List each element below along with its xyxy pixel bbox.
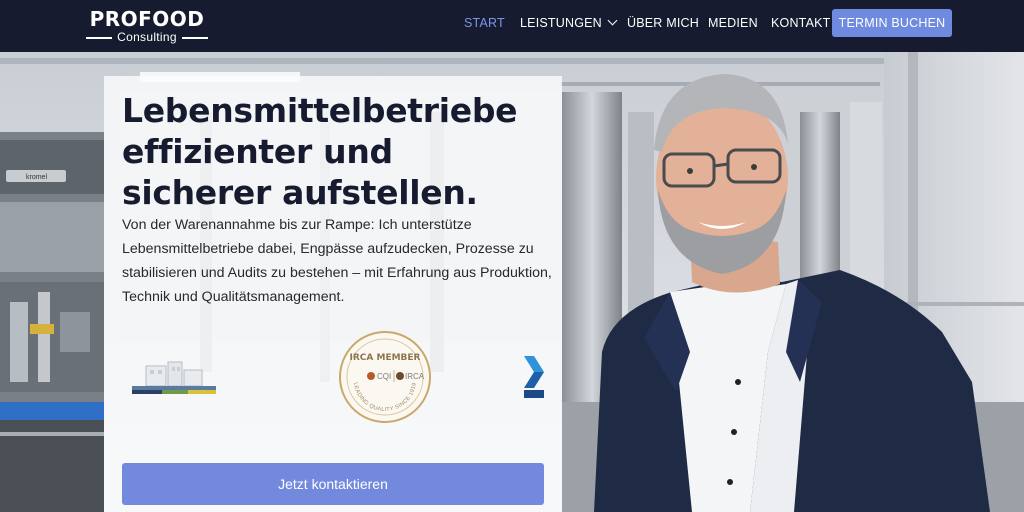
logo-rule-right — [182, 37, 208, 39]
irca-cqi-label: CQI — [377, 372, 391, 381]
site-header: PROFOOD Consulting START LEISTUNGEN ÜBER… — [0, 0, 1024, 52]
hero-headline: Lebensmittelbetriebe effizienter und sic… — [122, 91, 518, 212]
nav-medien[interactable]: MEDIEN — [708, 0, 758, 46]
building-logo-icon — [132, 361, 216, 394]
nav-kontakt[interactable]: KONTAKT — [771, 0, 831, 46]
nav-start[interactable]: START — [464, 0, 505, 46]
termin-buchen-button[interactable]: TERMIN BUCHEN — [832, 9, 952, 37]
hero-section: kromel Lebensmittelbetriebe effizienter … — [0, 52, 1024, 512]
nav-ueber-mich[interactable]: ÜBER MICH — [627, 0, 699, 46]
irca-badge-title: IRCA MEMBER — [350, 353, 421, 363]
consultant-portrait-image — [594, 74, 990, 512]
nav-leistungen-label: LEISTUNGEN — [520, 16, 602, 30]
irca-irca-label: IRCA — [405, 372, 425, 381]
irca-member-badge: IRCA MEMBER CQI IRCA LEADING QUALITY SIN… — [339, 331, 431, 423]
jetzt-kontaktieren-button[interactable]: Jetzt kontaktieren — [122, 463, 544, 505]
arrow-logo-icon — [524, 356, 544, 398]
partner-badges: IRCA MEMBER CQI IRCA LEADING QUALITY SIN… — [104, 331, 562, 460]
nav-leistungen[interactable]: LEISTUNGEN — [520, 0, 618, 46]
hero-lead-text: Von der Warenannahme bis zur Rampe: Ich … — [122, 217, 552, 305]
logo-subline: Consulting — [84, 30, 210, 44]
profood-logo[interactable]: PROFOOD Consulting — [84, 8, 210, 44]
machine-label: kromel — [26, 174, 47, 181]
chevron-down-icon — [607, 15, 618, 26]
hero-content-panel: Lebensmittelbetriebe effizienter und sic… — [104, 76, 562, 512]
logo-wordmark: PROFOOD — [89, 7, 205, 31]
